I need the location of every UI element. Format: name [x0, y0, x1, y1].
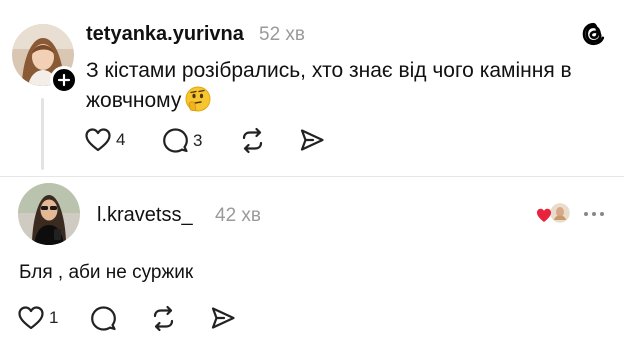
post-divider [0, 176, 624, 177]
thread-line [41, 98, 44, 170]
heart-icon [85, 128, 111, 152]
repost-icon [153, 305, 174, 332]
post-text: З кістами розібрались, хто знає від чого… [86, 56, 606, 121]
author-avatar[interactable] [18, 183, 80, 245]
share-button[interactable] [210, 305, 236, 331]
like-button[interactable]: 1 [17, 305, 58, 331]
like-count: 1 [49, 308, 59, 327]
send-icon [300, 129, 324, 151]
threads-logo-icon[interactable] [580, 20, 608, 48]
username[interactable]: l.kravetss_ [97, 204, 193, 227]
follow-button[interactable] [50, 66, 78, 94]
heart-icon [537, 208, 551, 222]
repost-button[interactable] [239, 127, 266, 154]
like-button[interactable]: 4 [84, 127, 125, 153]
reply-button[interactable] [90, 305, 117, 332]
thinking-face-emoji [185, 86, 211, 121]
post-text: Бля , аби не суржик [19, 262, 194, 283]
share-button[interactable] [299, 127, 325, 153]
send-icon [211, 307, 235, 329]
more-options-icon[interactable] [584, 212, 604, 216]
reply-count: 3 [193, 130, 203, 150]
heart-icon [18, 306, 44, 330]
comment-icon [163, 128, 188, 153]
username[interactable]: tetyanka.yurivna [86, 23, 244, 46]
timestamp: 52 хв [259, 24, 306, 45]
reply-button[interactable]: 3 [162, 127, 202, 154]
author-liked-indicator [536, 201, 572, 226]
like-count: 4 [116, 130, 126, 149]
repost-button[interactable] [150, 305, 177, 332]
plus-icon [57, 73, 71, 87]
comment-icon [91, 306, 116, 331]
timestamp: 42 хв [215, 205, 262, 226]
repost-icon [242, 127, 263, 154]
